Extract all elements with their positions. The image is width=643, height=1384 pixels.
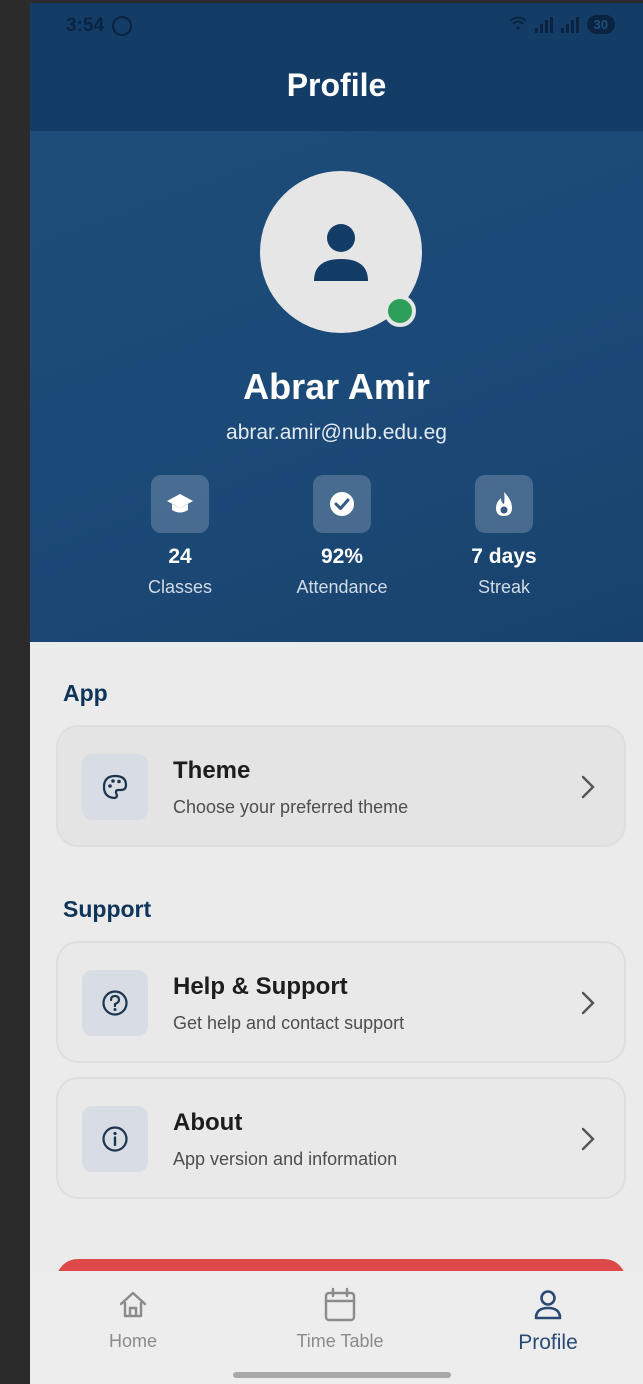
help-circle-icon	[82, 970, 148, 1036]
profile-header: Abrar Amir abrar.amir@nub.edu.eg 24 Clas…	[30, 131, 643, 642]
user-name: Abrar Amir	[243, 366, 430, 407]
nav-time-table[interactable]: Time Table	[240, 1287, 440, 1352]
fire-icon	[475, 475, 533, 533]
status-time-text: 3:54	[66, 15, 105, 36]
stat-label: Classes	[147, 577, 213, 597]
stat-label: Attendance	[296, 577, 388, 597]
nav-label: Time Table	[296, 1331, 384, 1351]
about-item[interactable]: About App version and information	[56, 1077, 626, 1199]
nav-label: Home	[108, 1331, 157, 1351]
stat-classes: 24 Classes	[100, 475, 260, 598]
stat-label: Streak	[477, 577, 531, 597]
card-subtitle: App version and information	[173, 1149, 398, 1169]
graduation-cap-icon	[151, 475, 209, 533]
bottom-navigation: Home Time Table Profile	[30, 1271, 643, 1384]
calendar-icon	[240, 1287, 440, 1323]
status-bar-time: 3:54	[66, 15, 133, 37]
battery-icon: 30	[586, 15, 615, 34]
wifi-icon	[508, 16, 527, 33]
stat-streak: 7 days Streak	[424, 475, 584, 598]
nav-home[interactable]: Home	[33, 1287, 233, 1352]
info-circle-icon	[82, 1106, 148, 1172]
chevron-right-icon	[581, 1127, 595, 1151]
phone-screen: 3:54 30 Profile Abrar Amir abrar.amir@nu…	[30, 3, 643, 1384]
section-title-support: Support	[63, 896, 152, 922]
stat-value: 24	[168, 545, 192, 568]
card-title: Help & Support	[173, 973, 348, 1000]
card-title: Theme	[173, 757, 251, 784]
card-subtitle: Choose your preferred theme	[173, 797, 409, 817]
app-bar: 3:54 30 Profile	[30, 3, 643, 131]
left-frame-strip	[0, 0, 30, 1384]
signal-icon-2	[560, 16, 579, 33]
profile-icon	[448, 1287, 643, 1323]
chevron-right-icon	[581, 991, 595, 1015]
stat-value: 92%	[320, 545, 364, 568]
whatsapp-notification-icon	[112, 16, 133, 36]
palette-icon	[82, 754, 148, 820]
nav-label: Profile	[518, 1331, 578, 1354]
person-icon	[314, 224, 368, 281]
home-indicator[interactable]	[233, 1372, 451, 1378]
page-title: Profile	[286, 67, 387, 103]
status-bar-icons: 30	[508, 15, 615, 34]
theme-setting-item[interactable]: Theme Choose your preferred theme	[56, 725, 626, 847]
home-icon	[33, 1287, 233, 1323]
stat-attendance: 92% Attendance	[262, 475, 422, 598]
online-status-dot	[384, 295, 416, 327]
signal-icon-1	[534, 16, 553, 33]
stat-value: 7 days	[471, 545, 537, 568]
card-title: About	[173, 1109, 243, 1136]
check-circle-icon	[313, 475, 371, 533]
help-support-item[interactable]: Help & Support Get help and contact supp…	[56, 941, 626, 1063]
card-subtitle: Get help and contact support	[173, 1013, 405, 1033]
nav-profile[interactable]: Profile	[448, 1287, 643, 1355]
user-email: abrar.amir@nub.edu.eg	[226, 421, 447, 444]
chevron-right-icon	[581, 775, 595, 799]
section-title-app: App	[63, 680, 108, 706]
